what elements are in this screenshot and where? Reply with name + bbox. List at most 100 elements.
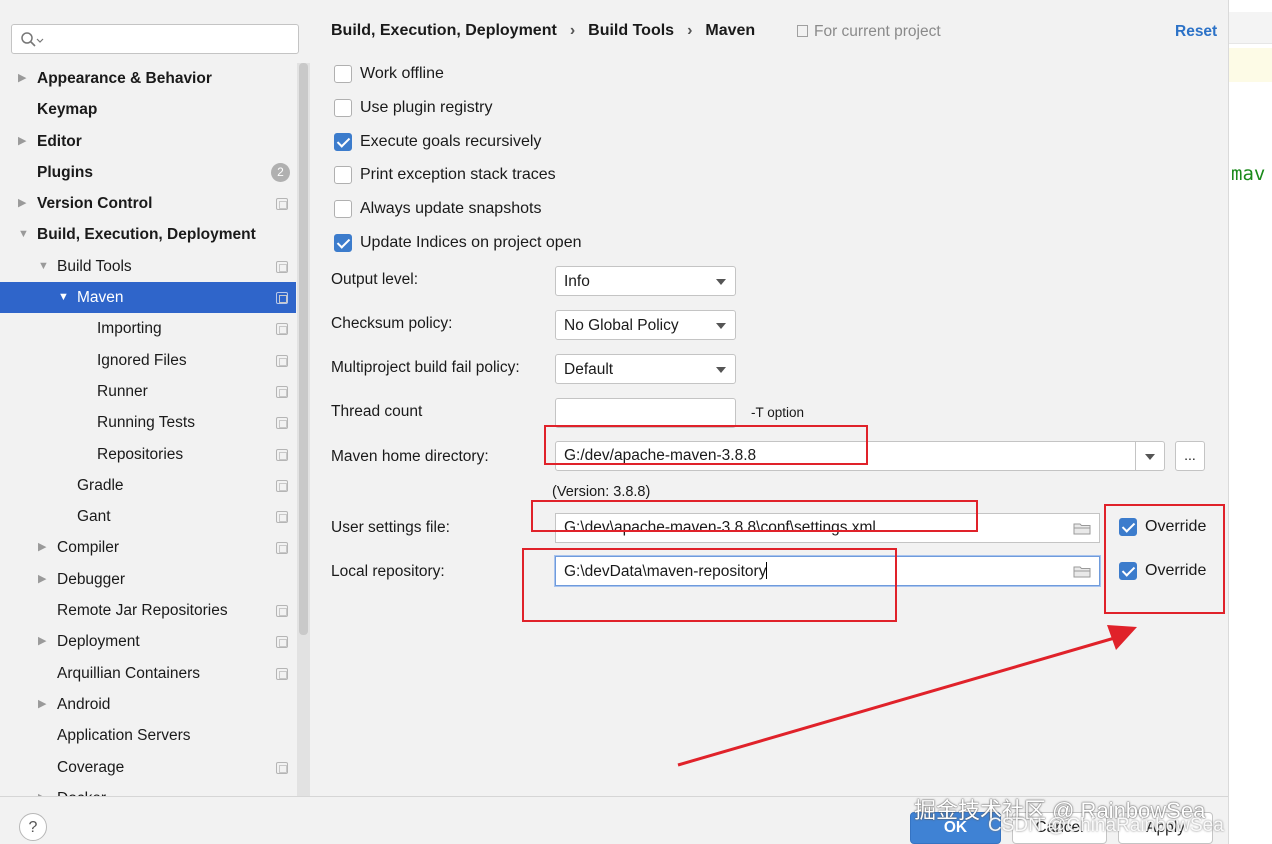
sidebar-item-deployment[interactable]: ▶ Deployment bbox=[0, 626, 296, 657]
settings-tree: ▶ Appearance & Behavior Keymap ▶ Editor Plugi… bbox=[0, 63, 296, 796]
sidebar-scrollbar-thumb[interactable] bbox=[299, 63, 308, 635]
sidebar-item-android[interactable]: ▶ Android bbox=[0, 689, 296, 720]
user-settings-file-input[interactable]: G:\dev\apache-maven-3.8.8\conf\settings.… bbox=[555, 513, 1100, 543]
project-scope-icon bbox=[276, 511, 288, 524]
output-level-label: Output level: bbox=[331, 271, 419, 288]
sidebar-item-compiler[interactable]: ▶ Compiler bbox=[0, 532, 296, 563]
use-plugin-registry-label: Use plugin registry bbox=[360, 99, 493, 116]
reset-link[interactable]: Reset bbox=[1175, 23, 1217, 41]
sidebar-item-label: Appearance & Behavior bbox=[37, 70, 212, 87]
update-indices-checkbox[interactable] bbox=[334, 234, 352, 252]
editor-highlight-line bbox=[1229, 48, 1272, 82]
maven-home-combobox[interactable]: G:/dev/apache-maven-3.8.8 bbox=[555, 441, 1165, 471]
settings-sidebar: ▶ Appearance & Behavior Keymap ▶ Editor Plugi… bbox=[0, 0, 310, 796]
project-scope-icon bbox=[276, 385, 288, 398]
expand-right-icon[interactable]: ▶ bbox=[38, 626, 46, 657]
sidebar-item-runner[interactable]: Runner bbox=[0, 376, 296, 407]
sidebar-item-appearance-behavior[interactable]: ▶ Appearance & Behavior bbox=[0, 63, 296, 94]
sidebar-item-maven[interactable]: ▼ Maven bbox=[0, 282, 296, 314]
sidebar-item-label: Docker bbox=[57, 783, 106, 796]
always-update-snapshots-label: Always update snapshots bbox=[360, 200, 542, 217]
search-icon bbox=[21, 32, 44, 47]
expand-down-icon[interactable]: ▼ bbox=[18, 219, 29, 250]
sidebar-item-running-tests[interactable]: Running Tests bbox=[0, 407, 296, 438]
local-repository-label: Local repository: bbox=[331, 563, 445, 580]
expand-down-icon[interactable]: ▼ bbox=[38, 251, 49, 282]
background-editor: mav bbox=[1228, 0, 1272, 844]
help-button[interactable]: ? bbox=[19, 813, 47, 841]
sidebar-item-gant[interactable]: Gant bbox=[0, 501, 296, 532]
checksum-policy-value: No Global Policy bbox=[564, 317, 679, 334]
sidebar-item-docker[interactable]: ▶ Docker bbox=[0, 783, 296, 796]
sidebar-item-keymap[interactable]: Keymap bbox=[0, 94, 296, 125]
sidebar-item-label: Arquillian Containers bbox=[57, 664, 201, 682]
expand-right-icon[interactable]: ▶ bbox=[18, 188, 26, 219]
print-stack-traces-label: Print exception stack traces bbox=[360, 166, 556, 183]
checksum-policy-label: Checksum policy: bbox=[331, 315, 453, 332]
output-level-value: Info bbox=[564, 273, 590, 290]
sidebar-scrollbar[interactable] bbox=[297, 63, 310, 796]
sidebar-item-version-control[interactable]: ▶ Version Control bbox=[0, 188, 296, 219]
expand-right-icon[interactable]: ▶ bbox=[18, 63, 26, 94]
sidebar-item-importing[interactable]: Importing bbox=[0, 313, 296, 344]
text-caret bbox=[766, 562, 768, 579]
thread-count-input[interactable] bbox=[555, 398, 736, 428]
watermark-csdn: CSDN @ChinaRainbowSea bbox=[988, 815, 1224, 836]
project-scope-icon bbox=[276, 636, 288, 649]
sidebar-item-application-servers[interactable]: Application Servers bbox=[0, 720, 296, 751]
expand-right-icon[interactable]: ▶ bbox=[38, 532, 46, 563]
user-settings-override-label: Override bbox=[1145, 518, 1207, 535]
project-scope-icon bbox=[276, 354, 288, 367]
maven-settings-panel: Build, Execution, Deployment › Build Tools… bbox=[310, 0, 1228, 796]
chevron-down-icon bbox=[716, 323, 726, 329]
sidebar-item-label: Version Control bbox=[37, 195, 153, 213]
sidebar-item-build-execution-deployment[interactable]: ▼ Build, Execution, Deployment bbox=[0, 219, 296, 250]
sidebar-item-plugins[interactable]: Plugins 2 bbox=[0, 157, 296, 188]
work-offline-checkbox[interactable] bbox=[334, 65, 352, 83]
breadcrumb-separator: › bbox=[687, 22, 693, 39]
maven-home-label: Maven home directory: bbox=[331, 448, 489, 465]
sidebar-item-debugger[interactable]: ▶ Debugger bbox=[0, 564, 296, 595]
breadcrumb-part: Build, Execution, Deployment bbox=[331, 22, 557, 39]
folder-icon[interactable] bbox=[1073, 522, 1091, 535]
expand-right-icon[interactable]: ▶ bbox=[38, 689, 46, 720]
project-scope-icon bbox=[276, 605, 288, 618]
expand-down-icon[interactable]: ▼ bbox=[58, 282, 69, 313]
checksum-policy-select[interactable]: No Global Policy bbox=[555, 310, 736, 340]
sidebar-item-coverage[interactable]: Coverage bbox=[0, 752, 296, 783]
always-update-snapshots-checkbox[interactable] bbox=[334, 200, 352, 218]
update-indices-label: Update Indices on project open bbox=[360, 234, 582, 251]
project-scope-icon bbox=[276, 417, 288, 430]
local-repository-input[interactable]: G:\devData\maven-repository bbox=[555, 556, 1100, 586]
folder-icon[interactable] bbox=[1073, 565, 1091, 578]
sidebar-item-ignored-files[interactable]: Ignored Files bbox=[0, 345, 296, 376]
expand-right-icon[interactable]: ▶ bbox=[18, 126, 26, 157]
output-level-select[interactable]: Info bbox=[555, 266, 736, 296]
sidebar-item-label: Editor bbox=[37, 132, 82, 150]
sidebar-item-repositories[interactable]: Repositories bbox=[0, 439, 296, 470]
user-settings-override-checkbox[interactable] bbox=[1119, 518, 1137, 536]
print-stack-traces-checkbox[interactable] bbox=[334, 166, 352, 184]
sidebar-item-build-tools[interactable]: ▼ Build Tools bbox=[0, 251, 296, 282]
scope-indicator: For current project bbox=[797, 23, 941, 41]
thread-count-hint: -T option bbox=[751, 405, 805, 420]
settings-search-input[interactable] bbox=[11, 24, 299, 54]
expand-right-icon[interactable]: ▶ bbox=[38, 783, 46, 796]
sidebar-item-gradle[interactable]: Gradle bbox=[0, 470, 296, 501]
project-scope-icon bbox=[276, 667, 288, 680]
chevron-down-icon bbox=[716, 279, 726, 285]
fail-policy-select[interactable]: Default bbox=[555, 354, 736, 384]
use-plugin-registry-checkbox[interactable] bbox=[334, 99, 352, 117]
maven-home-browse-button[interactable]: ... bbox=[1175, 441, 1205, 471]
sidebar-item-remote-jar-repositories[interactable]: Remote Jar Repositories bbox=[0, 595, 296, 626]
fail-policy-label: Multiproject build fail policy: bbox=[331, 359, 520, 376]
expand-right-icon[interactable]: ▶ bbox=[38, 564, 46, 595]
sidebar-item-label: Debugger bbox=[57, 570, 126, 588]
sidebar-item-label: Application Servers bbox=[57, 727, 191, 745]
sidebar-item-label: Running Tests bbox=[97, 414, 195, 432]
thread-count-label: Thread count bbox=[331, 403, 423, 420]
sidebar-item-editor[interactable]: ▶ Editor bbox=[0, 126, 296, 157]
sidebar-item-arquillian-containers[interactable]: Arquillian Containers bbox=[0, 658, 296, 689]
local-repository-override-checkbox[interactable] bbox=[1119, 562, 1137, 580]
execute-goals-recursively-checkbox[interactable] bbox=[334, 133, 352, 151]
